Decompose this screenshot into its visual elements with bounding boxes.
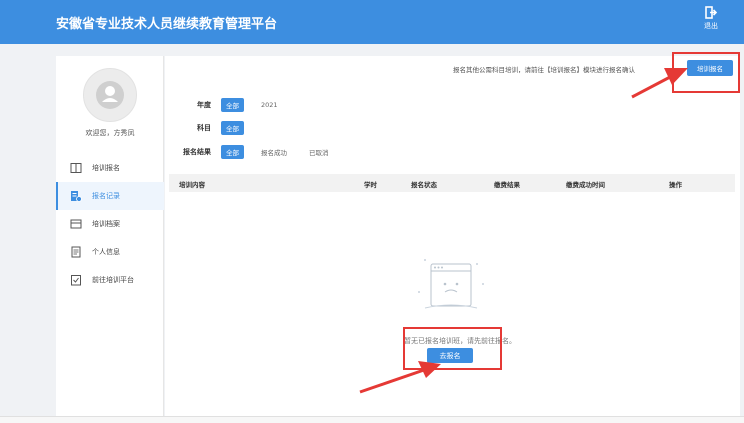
filter-subject-all[interactable]: 全部 — [221, 121, 244, 135]
filter-year-all[interactable]: 全部 — [221, 98, 244, 112]
filter-year-2021[interactable]: 2021 — [256, 99, 283, 111]
welcome-text: 欢迎您，方秀凤 — [85, 129, 135, 137]
column-header-content: 培训内容 — [179, 181, 205, 189]
browser-statusbar — [0, 416, 744, 423]
sidebar-item-go-platform[interactable]: 前往培训平台 — [56, 266, 164, 294]
sidebar-item-label: 个人信息 — [92, 248, 120, 256]
sidebar-item-register-record[interactable]: 报名记录 — [56, 182, 164, 210]
filter-result-cancelled[interactable]: 已取消 — [304, 145, 334, 159]
column-header-payment-time: 缴费成功时间 — [566, 181, 605, 189]
highlight-box-go — [403, 327, 502, 370]
filter-subject-label: 科目 — [197, 124, 211, 132]
sidebar-item-label: 培训档案 — [92, 220, 120, 228]
avatar — [83, 68, 137, 122]
logout-icon — [705, 6, 717, 19]
sidebar-item-label: 培训报名 — [92, 164, 120, 172]
filter-year: 年度 全部 2021 — [165, 98, 295, 112]
filter-result-success[interactable]: 报名成功 — [256, 145, 292, 159]
sidebar-item-training-archive[interactable]: 培训档案 — [56, 210, 164, 238]
column-header-payment-result: 缴费结果 — [494, 181, 520, 189]
top-header: 安徽省专业技术人员继续教育管理平台 退出 — [0, 0, 744, 44]
profile-icon — [71, 246, 81, 258]
filter-result-label: 报名结果 — [183, 148, 211, 156]
notice-text: 报名其他公需科目培训，请前往【培训报名】模块进行报名确认 — [453, 66, 635, 74]
column-header-status: 报名状态 — [411, 181, 437, 189]
sidebar-item-personal-info[interactable]: 个人信息 — [56, 238, 164, 266]
logout-button[interactable]: 退出 — [698, 6, 724, 31]
sidebar-menu: 培训报名 报名记录 培训档案 个人信息 前往培训平台 — [56, 154, 164, 294]
sidebar-item-training-register[interactable]: 培训报名 — [56, 154, 164, 182]
records-table-header: 培训内容 学时 报名状态 缴费结果 缴费成功时间 操作 — [169, 174, 735, 192]
empty-box-icon — [418, 259, 484, 309]
filter-result-all[interactable]: 全部 — [221, 145, 244, 159]
clipboard-icon — [71, 275, 81, 286]
sidebar: 欢迎您，方秀凤 培训报名 报名记录 培训档案 个人信息 前往培训平台 — [56, 56, 164, 416]
user-icon — [96, 81, 124, 109]
filter-year-label: 年度 — [197, 101, 211, 109]
platform-title: 安徽省专业技术人员继续教育管理平台 — [56, 17, 278, 32]
filter-subject: 科目 全部 — [165, 121, 256, 135]
archive-icon — [70, 219, 82, 229]
record-icon — [71, 191, 82, 202]
column-header-actions: 操作 — [669, 181, 682, 189]
sidebar-item-label: 前往培训平台 — [92, 276, 134, 284]
sidebar-item-label: 报名记录 — [92, 192, 120, 200]
filter-result: 报名结果 全部 报名成功 已取消 — [165, 145, 346, 159]
logout-label: 退出 — [704, 22, 718, 30]
column-header-hours: 学时 — [364, 181, 377, 189]
highlight-box-register — [672, 52, 740, 93]
book-icon — [70, 163, 82, 173]
